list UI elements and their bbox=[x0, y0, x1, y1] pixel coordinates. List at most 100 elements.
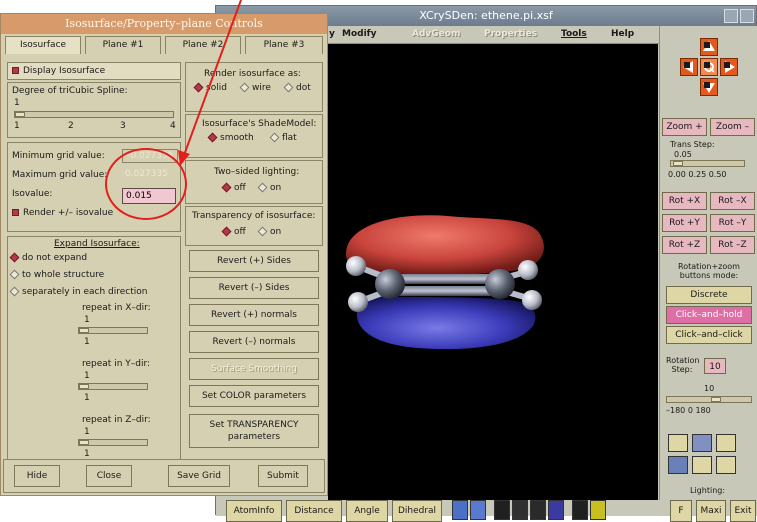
translate-center-icon[interactable] bbox=[700, 58, 718, 76]
revert-negative-sides-button[interactable]: Revert (–) Sides bbox=[189, 277, 319, 299]
perspective-icon[interactable] bbox=[668, 456, 688, 474]
rot-minus-y-button[interactable]: Rot –Y bbox=[710, 214, 755, 232]
expand-isosurface-box: Expand Isosurface: do not expand to whol… bbox=[7, 236, 181, 460]
click-and-click-mode-button[interactable]: Click–and–click bbox=[666, 326, 752, 344]
degree-slider[interactable] bbox=[14, 111, 174, 118]
save-grid-button[interactable]: Save Grid bbox=[168, 465, 230, 487]
repeat-z-slider[interactable] bbox=[78, 439, 148, 446]
transparency-on-option[interactable]: on bbox=[256, 226, 281, 237]
trans-step-ticks: 0.00 0.25 0.50 bbox=[668, 170, 727, 179]
labels-icon[interactable] bbox=[692, 456, 712, 474]
repeat-x-slider[interactable] bbox=[78, 327, 148, 334]
radio-icon bbox=[9, 269, 20, 280]
revert-positive-normals-button[interactable]: Revert (+) normals bbox=[189, 304, 319, 326]
revert-positive-sides-button[interactable]: Revert (+) Sides bbox=[189, 250, 319, 272]
green-sphere-icon[interactable] bbox=[572, 500, 588, 520]
translate-down-arrow-icon[interactable] bbox=[700, 78, 718, 96]
menu-tools[interactable]: Tools bbox=[561, 29, 587, 39]
maximize-button[interactable] bbox=[740, 9, 754, 23]
maximize-view-button[interactable]: Maxi bbox=[696, 500, 726, 522]
hydrogen-atom bbox=[522, 290, 542, 310]
transparency-box: Transparency of isosurface: off on bbox=[185, 206, 323, 246]
zoom-in-button[interactable]: Zoom + bbox=[662, 118, 707, 136]
render-solid-option[interactable]: solid bbox=[192, 82, 227, 93]
menu-modify[interactable]: Modify bbox=[342, 29, 376, 39]
menu-properties[interactable]: Properties bbox=[484, 29, 537, 39]
tab-plane-3[interactable]: Plane #3 bbox=[245, 36, 323, 54]
click-and-hold-mode-button[interactable]: Click–and–hold bbox=[666, 306, 752, 324]
unit-cell-icon[interactable] bbox=[716, 456, 736, 474]
surface-smoothing-button[interactable]: Surface Smoothing bbox=[189, 358, 319, 380]
repeat-x-label: repeat in X–dir: bbox=[82, 303, 151, 313]
discrete-mode-button[interactable]: Discrete bbox=[666, 286, 752, 304]
checkbox-checked-icon bbox=[12, 209, 19, 216]
repeat-x-value: 1 bbox=[84, 315, 90, 325]
display-isosurface-checkbox[interactable]: Display Isosurface bbox=[12, 66, 105, 76]
set-color-button[interactable]: Set COLOR parameters bbox=[189, 385, 319, 407]
isosurface-controls-dialog: Isosurface/Property–plane Controls Isosu… bbox=[0, 13, 328, 496]
ball-stick-render-icon[interactable] bbox=[668, 434, 688, 452]
atominfo-button[interactable]: AtomInfo bbox=[226, 500, 282, 522]
translate-left-arrow-icon[interactable] bbox=[680, 58, 698, 76]
stick-model-icon[interactable] bbox=[548, 500, 564, 520]
wireframe-render-icon[interactable] bbox=[716, 434, 736, 452]
rot-plus-x-button[interactable]: Rot +X bbox=[662, 192, 707, 210]
transparency-label: Transparency of isosurface: bbox=[192, 211, 316, 221]
yellow-sphere-icon[interactable] bbox=[590, 500, 606, 520]
shade-smooth-option[interactable]: smooth bbox=[206, 132, 254, 143]
red-sphere-icon[interactable] bbox=[494, 500, 510, 520]
repeat-y-value: 1 bbox=[84, 371, 90, 381]
structure-viewport[interactable] bbox=[328, 44, 658, 500]
transparency-off-option[interactable]: off bbox=[220, 226, 246, 237]
rot-minus-x-button[interactable]: Rot –X bbox=[710, 192, 755, 210]
translate-right-arrow-icon[interactable] bbox=[720, 58, 738, 76]
zoom-out-button[interactable]: Zoom – bbox=[710, 118, 755, 136]
two-sided-off-option[interactable]: off bbox=[220, 182, 246, 193]
degree-label: Degree of triCubic Spline: bbox=[12, 86, 128, 96]
render-as-label: Render isosurface as: bbox=[204, 69, 301, 79]
menu-advgeom[interactable]: AdvGeom bbox=[412, 29, 460, 39]
min-grid-label: Minimum grid value: bbox=[12, 151, 105, 161]
radio-selected-icon bbox=[221, 182, 232, 193]
render-pm-checkbox[interactable]: Render +/– isovalue bbox=[12, 208, 113, 218]
hydrogen-atom bbox=[348, 292, 368, 312]
mixed-sphere-icon[interactable] bbox=[512, 500, 528, 520]
molecule-icon[interactable] bbox=[452, 500, 468, 520]
rot-plus-y-button[interactable]: Rot +Y bbox=[662, 214, 707, 232]
expand-option-separately[interactable]: separately in each direction bbox=[8, 286, 148, 297]
menu-display[interactable]: y bbox=[329, 29, 335, 39]
radio-selected-icon bbox=[9, 252, 20, 263]
submit-button[interactable]: Submit bbox=[258, 465, 308, 487]
rot-minus-z-button[interactable]: Rot –Z bbox=[710, 236, 755, 254]
fullscreen-button[interactable]: F bbox=[670, 500, 692, 522]
rotation-step-slider[interactable] bbox=[666, 396, 752, 403]
shade-flat-option[interactable]: flat bbox=[268, 132, 297, 143]
hide-button[interactable]: Hide bbox=[14, 465, 60, 487]
angle-button[interactable]: Angle bbox=[346, 500, 388, 522]
lattice-icon[interactable] bbox=[470, 500, 486, 520]
render-dot-option[interactable]: dot bbox=[282, 82, 311, 93]
expand-option-none[interactable]: do not expand bbox=[8, 252, 87, 263]
trans-step-slider[interactable] bbox=[670, 160, 745, 167]
tab-plane-2[interactable]: Plane #2 bbox=[165, 36, 241, 54]
rot-plus-z-button[interactable]: Rot +Z bbox=[662, 236, 707, 254]
distance-button[interactable]: Distance bbox=[286, 500, 342, 522]
rotation-step-input[interactable]: 10 bbox=[704, 358, 726, 374]
set-transparency-button[interactable]: Set TRANSPARENCY parameters bbox=[189, 414, 319, 448]
two-sided-on-option[interactable]: on bbox=[256, 182, 281, 193]
tab-plane-1[interactable]: Plane #1 bbox=[85, 36, 161, 54]
revert-negative-normals-button[interactable]: Revert (–) normals bbox=[189, 331, 319, 353]
render-wire-option[interactable]: wire bbox=[238, 82, 271, 93]
repeat-y-slider[interactable] bbox=[78, 383, 148, 390]
hydrogen-atom bbox=[346, 256, 366, 276]
minimize-button[interactable] bbox=[724, 9, 738, 23]
ball-model-icon[interactable] bbox=[530, 500, 546, 520]
tab-isosurface[interactable]: Isosurface bbox=[5, 36, 81, 54]
exit-button[interactable]: Exit bbox=[730, 500, 756, 522]
expand-option-whole[interactable]: to whole structure bbox=[8, 269, 104, 280]
close-button[interactable]: Close bbox=[86, 465, 132, 487]
menu-help[interactable]: Help bbox=[611, 29, 634, 39]
spacefill-render-icon[interactable] bbox=[692, 434, 712, 452]
dihedral-button[interactable]: Dihedral bbox=[392, 500, 442, 522]
translate-up-arrow-icon[interactable] bbox=[700, 38, 718, 56]
